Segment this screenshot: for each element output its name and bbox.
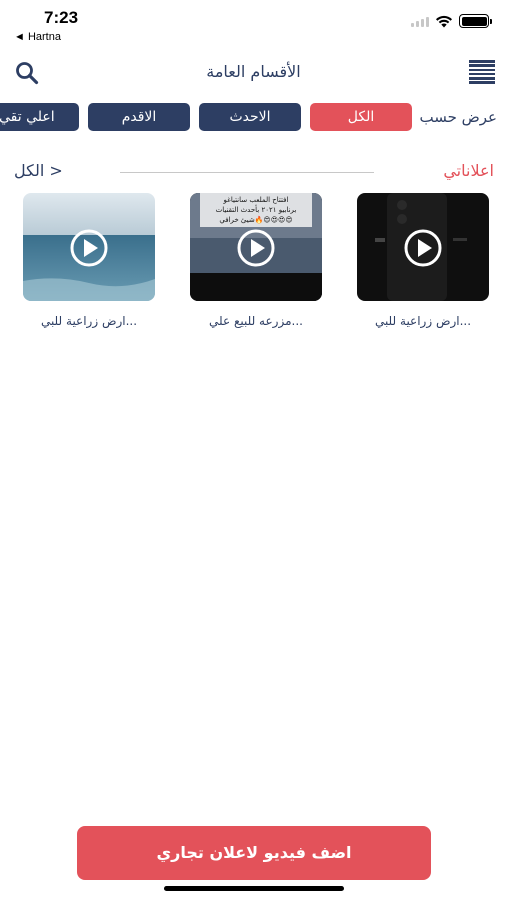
filter-chip-oldest[interactable]: الاقدم — [88, 103, 190, 131]
overlay-text-line: افتتاح الملعب سانتياغو — [223, 196, 289, 204]
filter-chip-all[interactable]: الكل — [310, 103, 412, 131]
battery-icon — [459, 14, 492, 28]
overlay-text-line: شيئ خرافي🔥😍😍😍😍 — [219, 216, 293, 224]
my-ads-section-header: اعلاناتي الكل > — [0, 160, 507, 184]
video-title: مزرعه للبيع علي... — [209, 314, 303, 328]
video-thumbnail[interactable] — [357, 193, 489, 301]
navigation-bar: الأقسام العامة — [0, 50, 507, 94]
status-bar: 7:23 ◄ Hartna — [0, 0, 507, 48]
status-time: 7:23 — [44, 8, 79, 27]
section-divider — [120, 172, 374, 173]
video-card[interactable]: ارض زراعية للبي... — [23, 193, 155, 328]
play-icon[interactable] — [403, 229, 443, 267]
add-commercial-video-button[interactable]: اضف فيديو لاعلان تجاري — [77, 826, 431, 880]
status-icons — [411, 14, 492, 28]
menu-icon[interactable] — [469, 60, 495, 84]
video-thumbnail[interactable]: افتتاح الملعب سانتياغو برنابيو ٢٠٢١ بأحد… — [190, 193, 322, 301]
video-card[interactable]: ارض زراعية للبي... — [357, 193, 489, 328]
back-to-app-link[interactable]: ◄ Hartna — [14, 31, 61, 43]
sort-by-label: عرض حسب — [419, 108, 497, 126]
video-thumbnail[interactable] — [23, 193, 155, 301]
filter-chip-newest[interactable]: الاحدث — [199, 103, 301, 131]
page-title: الأقسام العامة — [206, 62, 301, 81]
wifi-icon — [436, 15, 452, 27]
play-icon[interactable] — [236, 229, 276, 267]
video-card[interactable]: افتتاح الملعب سانتياغو برنابيو ٢٠٢١ بأحد… — [190, 193, 322, 328]
filter-chip-top-rated[interactable]: اعلي تقي — [0, 103, 79, 131]
signal-icon — [411, 15, 429, 27]
see-all-link[interactable]: الكل > — [14, 161, 63, 180]
video-title: ارض زراعية للبي... — [374, 314, 472, 328]
home-indicator — [164, 886, 344, 891]
overlay-text-line: برنابيو ٢٠٢١ بأحدث التقنيات — [215, 206, 297, 214]
section-title: اعلاناتي — [443, 161, 494, 180]
play-icon[interactable] — [69, 229, 109, 267]
sort-filter-row: عرض حسب الكل الاحدث الاقدم اعلي تقي — [0, 103, 507, 133]
video-title: ارض زراعية للبي... — [40, 314, 138, 328]
